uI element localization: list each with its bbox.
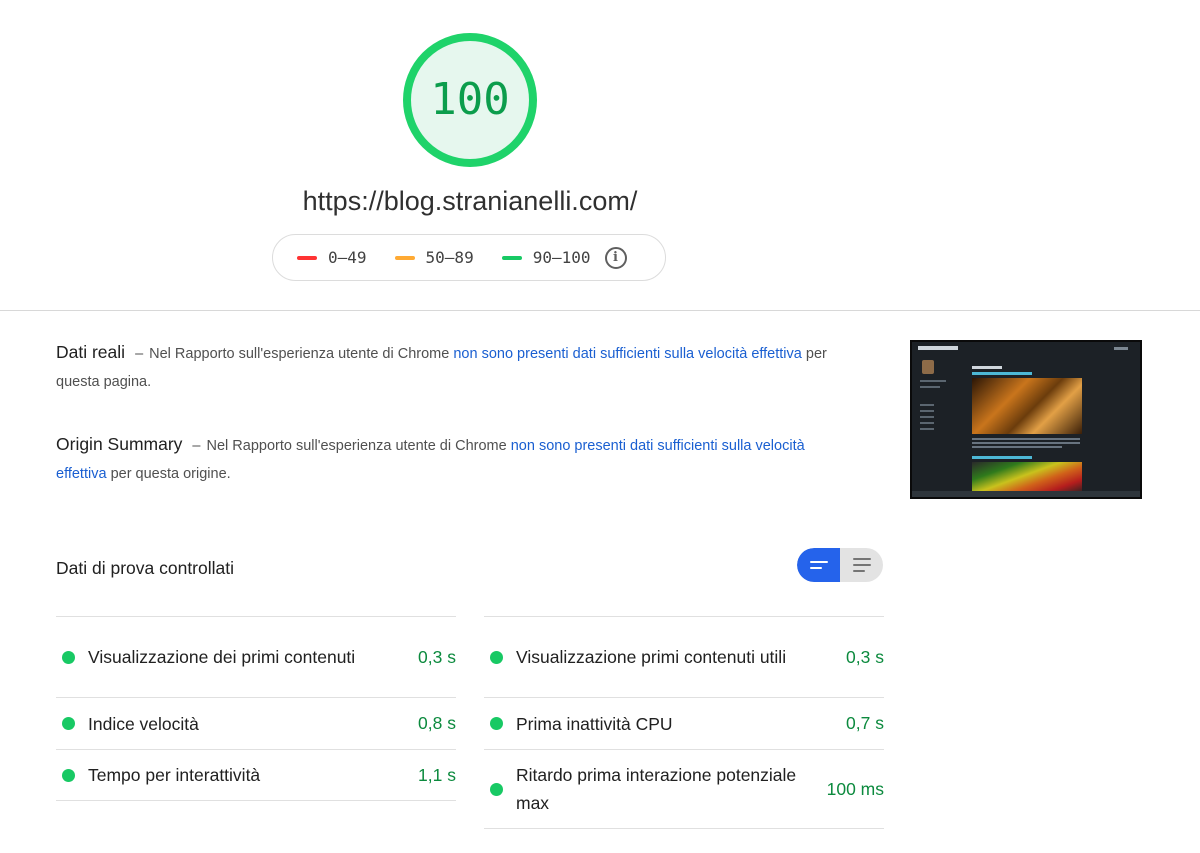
compact-view-icon[interactable] [797, 548, 840, 582]
thumb-post-image [972, 378, 1082, 434]
thumb-post-title [972, 456, 1032, 459]
thumb-sidebar-line [920, 428, 934, 430]
legend-swatch-green [501, 255, 522, 260]
thumb-sidebar-line [920, 416, 934, 418]
origin-summary-section: Origin Summary – Nel Rapporto sull'esperie… [56, 430, 836, 488]
page-screenshot-thumbnail [910, 340, 1142, 499]
legend-item-average: 50–89 [394, 248, 474, 267]
thumb-sidebar-line [920, 380, 946, 382]
icon-line [809, 567, 822, 569]
thumb-post-image [972, 462, 1082, 494]
legend-swatch-red [297, 255, 317, 260]
thumb-heading [972, 366, 1002, 369]
status-pass-icon [490, 650, 503, 664]
field-data-title: Dati reali [56, 342, 126, 362]
icon-line [852, 564, 871, 566]
metrics-column-left: Visualizzazione dei primi contenuti 0,3 … [56, 616, 456, 801]
section-divider [0, 310, 1200, 311]
thumb-sidebar-line [920, 404, 934, 406]
icon-line [852, 570, 865, 572]
thumb-cookie-bar [912, 491, 1140, 497]
legend-label: 50–89 [425, 248, 474, 267]
metric-value: 0,3 s [846, 646, 884, 667]
metric-label: Visualizzazione dei primi contenuti [88, 647, 356, 667]
thumb-logo [918, 346, 958, 350]
status-pass-icon [490, 782, 503, 796]
metric-value: 0,8 s [418, 713, 456, 733]
field-data-text: Nel Rapporto sull'esperienza utente di C… [149, 346, 450, 362]
icon-line [852, 558, 871, 560]
view-toggle[interactable] [797, 548, 883, 582]
status-pass-icon [490, 717, 503, 730]
legend-item-pass: 90–100 [501, 248, 591, 267]
metric-row: Tempo per interattività 1,1 s [56, 749, 456, 801]
separator-dash: – [135, 346, 144, 362]
metric-row: Visualizzazione dei primi contenuti 0,3 … [56, 616, 456, 697]
field-data-section: Dati reali – Nel Rapporto sull'esperienza … [56, 338, 836, 396]
status-pass-icon [62, 717, 75, 730]
metric-row: Ritardo prima interazione potenziale max… [484, 749, 884, 829]
thumb-post-title [972, 372, 1032, 375]
lab-data-title: Dati di prova controllati [56, 558, 234, 578]
legend-label: 90–100 [532, 248, 591, 267]
metric-label: Tempo per interattività [88, 765, 261, 785]
legend-item-fail: 0–49 [297, 248, 367, 267]
origin-summary-title: Origin Summary [56, 434, 183, 454]
score-legend: 0–49 50–89 90–100 i [272, 234, 666, 281]
legend-swatch-orange [394, 255, 415, 260]
info-icon[interactable]: i [604, 246, 627, 269]
origin-summary-text: Nel Rapporto sull'esperienza utente di C… [206, 438, 507, 454]
thumb-text-line [972, 438, 1080, 440]
thumb-text-line [972, 446, 1062, 448]
performance-score-gauge: 100 [400, 30, 540, 170]
metrics-column-right: Visualizzazione primi contenuti utili 0,… [484, 616, 884, 829]
origin-summary-text-after: per questa origine. [110, 466, 231, 482]
legend-label: 0–49 [328, 248, 367, 267]
metric-value: 0,3 s [418, 646, 456, 667]
icon-line [809, 561, 828, 563]
metric-label: Prima inattività CPU [516, 713, 673, 734]
score-value: 100 [430, 74, 510, 125]
thumb-sidebar-line [920, 422, 934, 424]
metric-value: 100 ms [826, 778, 884, 799]
metric-row: Indice velocità 0,8 s [56, 697, 456, 749]
thumb-avatar [922, 360, 934, 374]
metric-label: Ritardo prima interazione potenziale max [516, 765, 797, 813]
separator-dash: – [192, 438, 201, 454]
status-pass-icon [62, 650, 75, 664]
metric-row: Visualizzazione primi contenuti utili 0,… [484, 616, 884, 697]
field-data-link[interactable]: non sono presenti dati sufficienti sulla… [453, 346, 801, 362]
metric-value: 1,1 s [418, 764, 456, 785]
thumb-text-line [972, 442, 1080, 444]
status-pass-icon [62, 768, 75, 782]
audited-url: https://blog.stranianelli.com/ [302, 186, 638, 216]
thumb-sidebar-line [920, 410, 934, 412]
thumb-sidebar-line [920, 386, 940, 388]
metric-value: 0,7 s [846, 713, 884, 733]
metric-row: Prima inattività CPU 0,7 s [484, 697, 884, 749]
thumb-menu [1114, 347, 1128, 350]
metric-label: Visualizzazione primi contenuti utili [516, 647, 787, 667]
metric-label: Indice velocità [88, 713, 199, 734]
list-view-icon[interactable] [840, 548, 883, 582]
